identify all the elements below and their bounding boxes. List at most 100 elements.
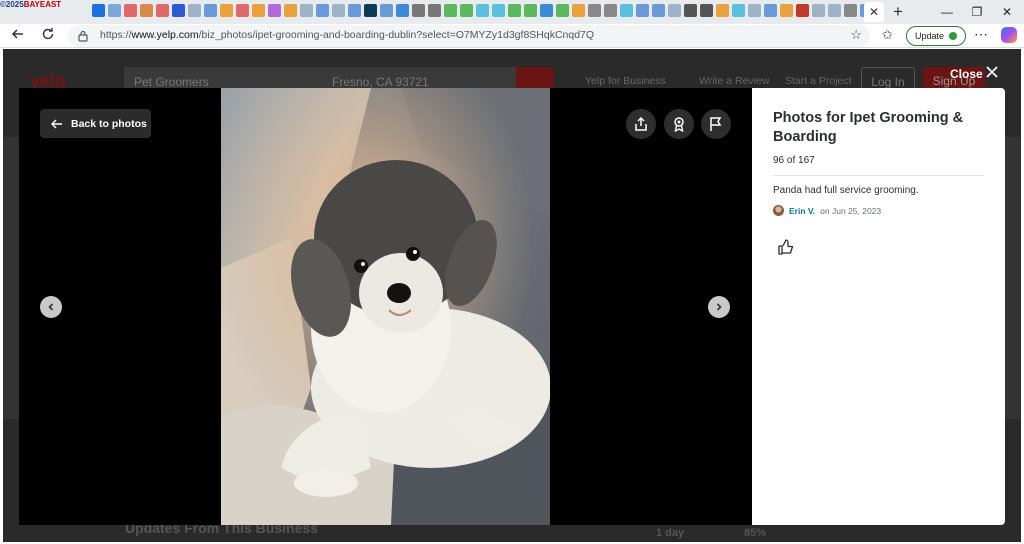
star-icon[interactable]: ☆ bbox=[850, 27, 862, 43]
chevron-left-icon bbox=[48, 303, 54, 311]
address-bar[interactable]: https://www.yelp.com/biz_photos/ipet-gro… bbox=[68, 25, 870, 47]
browser-toolbar: https://www.yelp.com/biz_photos/ipet-gro… bbox=[0, 24, 1024, 48]
lock-icon[interactable] bbox=[78, 30, 88, 42]
modal-close-link[interactable]: Close bbox=[950, 67, 983, 81]
tab-favicon[interactable] bbox=[300, 4, 313, 17]
minimize-button[interactable]: — bbox=[932, 2, 962, 22]
close-icon[interactable] bbox=[985, 64, 999, 80]
share-icon bbox=[635, 116, 647, 131]
avatar[interactable] bbox=[773, 205, 784, 216]
tab-favicon[interactable] bbox=[156, 4, 169, 17]
dog-photo bbox=[221, 88, 550, 525]
thumbs-up-icon[interactable] bbox=[777, 238, 795, 256]
tab-favicon[interactable] bbox=[764, 4, 777, 17]
tab-favicon[interactable] bbox=[492, 4, 505, 17]
url-text[interactable]: https://www.yelp.com/biz_photos/ipet-gro… bbox=[100, 29, 594, 41]
tab-favicon[interactable] bbox=[604, 4, 617, 17]
tab-favicon[interactable] bbox=[668, 4, 681, 17]
response-rate: 85% bbox=[744, 527, 767, 539]
tab-favicon[interactable] bbox=[412, 4, 425, 17]
nav-write-review: Write a Review bbox=[699, 75, 770, 87]
panel-title: Photos for Ipet Grooming & Boarding bbox=[773, 110, 964, 145]
flag-icon bbox=[710, 117, 722, 131]
update-button[interactable]: Update bbox=[906, 26, 966, 46]
tab-favicon[interactable] bbox=[92, 4, 105, 17]
restore-button[interactable]: ❐ bbox=[962, 2, 992, 22]
tab-favicon[interactable] bbox=[588, 4, 601, 17]
tab-favicon[interactable] bbox=[748, 4, 761, 17]
tab-favicon[interactable] bbox=[188, 4, 201, 17]
tab-favicon[interactable] bbox=[812, 4, 825, 17]
photo-viewer: Back to photos bbox=[19, 88, 752, 525]
award-icon bbox=[674, 117, 684, 132]
tab-favicon[interactable] bbox=[220, 4, 233, 17]
copilot-icon[interactable] bbox=[1001, 27, 1017, 43]
active-tab-close-button[interactable]: ✕ bbox=[864, 2, 884, 22]
tab-favicon[interactable] bbox=[124, 4, 137, 17]
back-arrow-icon bbox=[51, 118, 62, 129]
update-badge-icon bbox=[949, 32, 957, 40]
tab-favicon[interactable] bbox=[700, 4, 713, 17]
chevron-right-icon bbox=[716, 303, 722, 311]
dog-photo-image bbox=[221, 88, 550, 525]
tab-favicon[interactable] bbox=[716, 4, 729, 17]
more-menu-icon[interactable]: ⋯ bbox=[974, 26, 988, 43]
tab-favicon[interactable] bbox=[620, 4, 633, 17]
tab-favicon[interactable] bbox=[524, 4, 537, 17]
tab-favicon[interactable] bbox=[268, 4, 281, 17]
tab-favicon[interactable] bbox=[444, 4, 457, 17]
tab-favicon[interactable] bbox=[140, 4, 153, 17]
back-to-photos-button[interactable]: Back to photos bbox=[40, 109, 151, 138]
photo-date: on Jun 25, 2023 bbox=[820, 205, 882, 216]
tab-favicon[interactable] bbox=[636, 4, 649, 17]
favorites-icon[interactable]: ✩ bbox=[882, 27, 893, 43]
photo-byline: Erin V. on Jun 25, 2023 bbox=[773, 205, 881, 216]
tab-favicon[interactable] bbox=[284, 4, 297, 17]
back-button[interactable] bbox=[8, 26, 28, 46]
close-window-button[interactable]: ✕ bbox=[992, 2, 1022, 22]
share-button[interactable] bbox=[626, 109, 656, 139]
divider bbox=[773, 175, 984, 176]
tab-favicon[interactable] bbox=[396, 4, 409, 17]
tab-favicon[interactable] bbox=[540, 4, 553, 17]
tab-favicon[interactable] bbox=[348, 4, 361, 17]
tab-favicon[interactable] bbox=[828, 4, 841, 17]
tab-favicon[interactable] bbox=[172, 4, 185, 17]
award-button[interactable] bbox=[664, 109, 694, 139]
photo-caption: Panda had full service grooming. bbox=[773, 185, 919, 196]
nav-start-project: Start a Project bbox=[785, 75, 852, 87]
new-tab-button[interactable]: + bbox=[888, 2, 908, 22]
tab-favicon[interactable] bbox=[732, 4, 745, 17]
report-button[interactable] bbox=[701, 109, 731, 139]
tab-favicon[interactable] bbox=[428, 4, 441, 17]
response-time: 1 day bbox=[656, 527, 685, 539]
tab-favicon[interactable] bbox=[204, 4, 217, 17]
tab-favicon[interactable] bbox=[684, 4, 697, 17]
tab-favicon[interactable] bbox=[364, 4, 377, 17]
tab-favicon[interactable] bbox=[476, 4, 489, 17]
tab-favicons[interactable] bbox=[92, 4, 873, 17]
tab-strip: ©2025BAYEAST ✕ + — ❐ ✕ bbox=[0, 0, 1024, 24]
tab-favicon[interactable] bbox=[380, 4, 393, 17]
tab-favicon[interactable] bbox=[460, 4, 473, 17]
tab-favicon[interactable] bbox=[796, 4, 809, 17]
tab-favicon[interactable] bbox=[252, 4, 265, 17]
tab-favicon[interactable] bbox=[556, 4, 569, 17]
tab-favicon[interactable] bbox=[508, 4, 521, 17]
nav-yelp-for-business: Yelp for Business bbox=[585, 75, 666, 87]
reload-button[interactable] bbox=[38, 26, 58, 46]
tab-favicon[interactable] bbox=[108, 4, 121, 17]
photo-count: 96 of 167 bbox=[773, 155, 815, 166]
next-photo-button[interactable] bbox=[708, 296, 730, 318]
previous-photo-button[interactable] bbox=[40, 296, 62, 318]
tab-favicon[interactable] bbox=[652, 4, 665, 17]
photo-info-panel: Photos for Ipet Grooming & Boarding 96 o… bbox=[752, 88, 1005, 525]
tab-favicon[interactable] bbox=[236, 4, 249, 17]
back-icon bbox=[11, 29, 23, 39]
tab-favicon[interactable] bbox=[780, 4, 793, 17]
tab-favicon[interactable] bbox=[332, 4, 345, 17]
author-link[interactable]: Erin V. bbox=[789, 206, 815, 216]
tab-favicon[interactable] bbox=[316, 4, 329, 17]
tab-favicon[interactable] bbox=[572, 4, 585, 17]
tab-favicon[interactable] bbox=[844, 4, 857, 17]
